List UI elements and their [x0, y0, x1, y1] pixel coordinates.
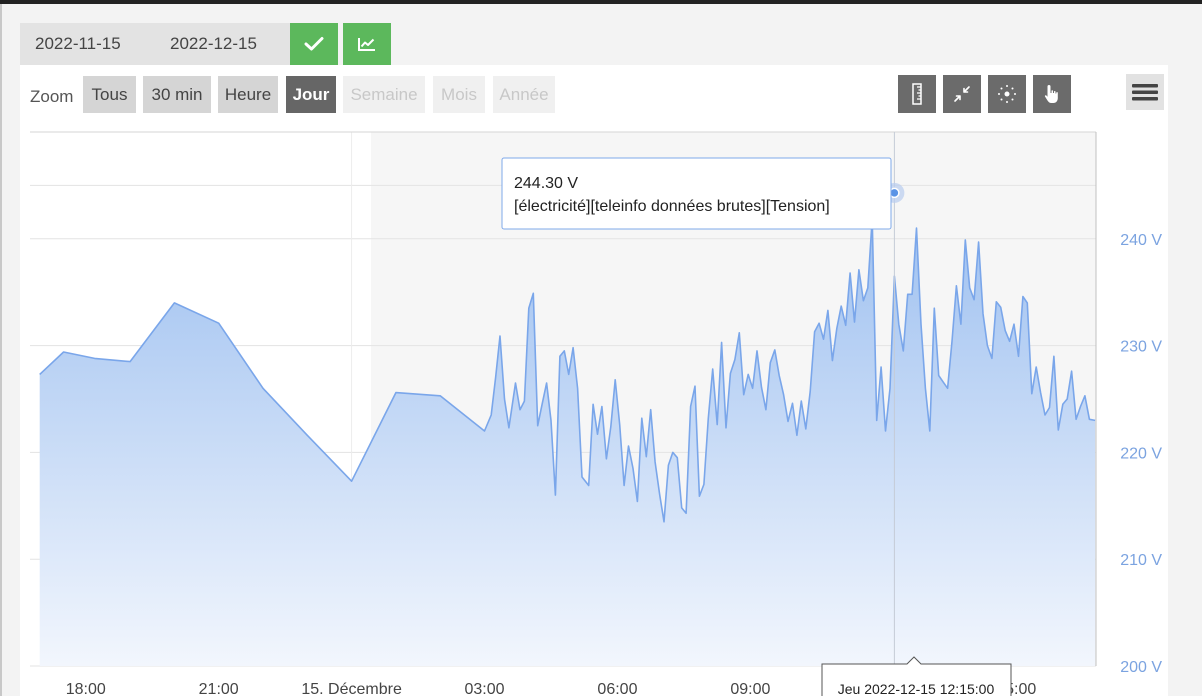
zoom-hour-button[interactable]: Heure [218, 76, 278, 113]
crosshair-tool-button[interactable] [988, 75, 1026, 113]
zoom-year-button: Année [493, 76, 555, 113]
zoom-month-button: Mois [433, 76, 485, 113]
y-tick-label: 210 V [1120, 552, 1162, 569]
tooltip-series-name: [électricité][teleinfo données brutes][T… [514, 198, 830, 215]
pointer-hand-icon [1044, 85, 1058, 103]
y-tick-label: 220 V [1120, 445, 1162, 462]
zoom-week-button: Semaine [343, 76, 425, 113]
crosshair-x-value: Jeu 2022-12-15 12:15:00 [838, 681, 995, 696]
ruler-icon [912, 83, 922, 105]
y-tick-label: 240 V [1120, 232, 1162, 249]
x-tick-label: 18:00 [66, 681, 106, 696]
zoom-day-button[interactable]: Jour [286, 76, 336, 113]
x-tick-label: 21:00 [199, 681, 239, 696]
collapse-tool-button[interactable] [943, 75, 981, 113]
x-tick-label: 06:00 [597, 681, 637, 696]
x-tick-label: 15. Décembre [301, 681, 402, 696]
zoom-30min-button[interactable]: 30 min [143, 76, 211, 113]
y-tick-label: 230 V [1120, 339, 1162, 356]
chart-menu-button[interactable] [1126, 74, 1164, 110]
crosshair-icon [998, 85, 1016, 103]
tooltip-value: 244.30 V [514, 175, 578, 192]
x-tick-label: 03:00 [465, 681, 505, 696]
pointer-tool-button[interactable] [1033, 75, 1071, 113]
hamburger-menu-icon [1132, 84, 1158, 101]
zoom-all-button[interactable]: Tous [83, 76, 136, 113]
y-axis-labels: 200 V 210 V 220 V 230 V 240 V [1120, 232, 1162, 676]
collapse-icon [954, 86, 970, 102]
zoom-label: Zoom [30, 87, 74, 106]
ruler-tool-button[interactable] [898, 75, 936, 113]
x-tick-label: 09:00 [730, 681, 770, 696]
y-tick-label: 200 V [1120, 659, 1162, 676]
tooltip: 244.30 V [électricité][teleinfo données … [501, 157, 892, 230]
